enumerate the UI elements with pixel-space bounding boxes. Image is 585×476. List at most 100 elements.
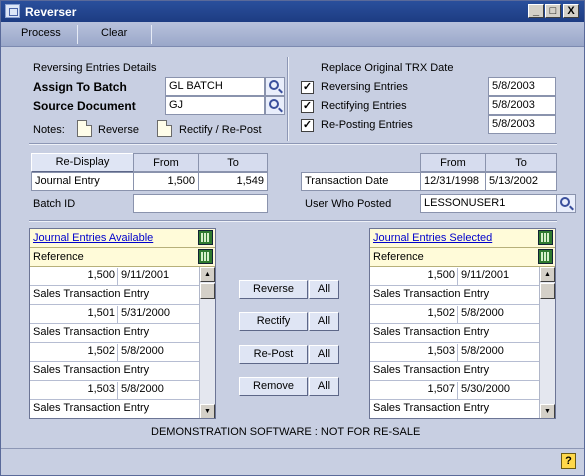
journal-date: 5/8/2000 xyxy=(121,383,164,395)
reverse-note-icon[interactable] xyxy=(77,120,92,137)
repost-all-button[interactable]: All xyxy=(309,345,339,364)
demo-notice: DEMONSTRATION SOFTWARE : NOT FOR RE-SALE xyxy=(151,426,421,438)
section-divider xyxy=(287,57,289,141)
reverse-note-label: Reverse xyxy=(98,124,139,136)
journal-reference: Sales Transaction Entry xyxy=(33,326,150,338)
available-list[interactable]: Journal Entries Available Reference 1,50… xyxy=(29,228,216,419)
assign-batch-input[interactable]: GL BATCH xyxy=(165,77,265,96)
batch-id-label: Batch ID xyxy=(33,198,76,210)
status-bar: ? xyxy=(1,448,584,475)
table-row[interactable]: 1,502 5/8/2000 xyxy=(370,305,540,324)
table-row[interactable]: 1,503 5/8/2000 xyxy=(370,343,540,362)
user-lookup-button[interactable] xyxy=(556,194,576,213)
reversing-date-input[interactable]: 5/8/2003 xyxy=(488,77,556,96)
table-row-reference[interactable]: Sales Transaction Entry xyxy=(30,324,200,343)
journal-entry-label: Journal Entry xyxy=(31,172,134,191)
available-scrollbar[interactable]: ▲ ▼ xyxy=(199,267,215,418)
selected-list-title[interactable]: Journal Entries Selected xyxy=(373,232,492,244)
reverse-button[interactable]: Reverse xyxy=(239,280,308,299)
assign-batch-label: Assign To Batch xyxy=(33,80,127,94)
scroll-up-arrow[interactable]: ▲ xyxy=(200,267,215,282)
batch-id-input[interactable] xyxy=(133,194,268,213)
source-lookup-button[interactable] xyxy=(265,96,285,115)
redisplay-button[interactable]: Re-Display xyxy=(31,153,134,172)
table-row-reference[interactable]: Sales Transaction Entry xyxy=(370,286,540,305)
notes-label: Notes: xyxy=(33,124,65,136)
transaction-date-from-input[interactable]: 12/31/1998 xyxy=(420,172,486,191)
reversing-entries-checkbox[interactable]: ✓ xyxy=(301,81,314,94)
transaction-date-label: Transaction Date xyxy=(301,172,421,191)
divider-line xyxy=(29,220,557,222)
title-bar: Reverser _ □ X xyxy=(1,1,584,22)
remove-all-button[interactable]: All xyxy=(309,377,339,396)
table-row[interactable]: 1,500 9/11/2001 xyxy=(370,267,540,286)
replace-date-heading: Replace Original TRX Date xyxy=(321,62,454,74)
reversing-entries-label: Reversing Entries xyxy=(321,81,408,93)
rectifying-entries-checkbox[interactable]: ✓ xyxy=(301,100,314,113)
batch-lookup-button[interactable] xyxy=(265,77,285,96)
scroll-down-arrow[interactable]: ▼ xyxy=(540,404,555,418)
journal-from-input[interactable]: 1,500 xyxy=(133,172,199,191)
journal-reference: Sales Transaction Entry xyxy=(373,402,490,414)
grid-expand-icon[interactable] xyxy=(198,249,213,264)
table-row[interactable]: 1,502 5/8/2000 xyxy=(30,343,200,362)
close-button[interactable]: X xyxy=(563,4,579,18)
journal-date: 9/11/2001 xyxy=(121,269,170,281)
journal-number: 1,507 xyxy=(427,383,455,395)
minimize-button[interactable]: _ xyxy=(528,4,544,18)
rectify-note-icon[interactable] xyxy=(157,120,172,137)
journal-to-input[interactable]: 1,549 xyxy=(198,172,268,191)
scroll-up-arrow[interactable]: ▲ xyxy=(540,267,555,282)
journal-date: 5/8/2000 xyxy=(461,345,504,357)
journal-reference: Sales Transaction Entry xyxy=(373,326,490,338)
table-row-reference[interactable]: Sales Transaction Entry xyxy=(370,362,540,381)
user-posted-input[interactable]: LESSONUSER1 xyxy=(420,194,557,213)
source-document-label: Source Document xyxy=(33,99,136,113)
selected-scrollbar[interactable]: ▲ ▼ xyxy=(539,267,555,418)
date-to-header: To xyxy=(485,153,557,172)
journal-reference: Sales Transaction Entry xyxy=(33,288,150,300)
maximize-button[interactable]: □ xyxy=(545,4,561,18)
window-title: Reverser xyxy=(25,5,77,19)
selected-list[interactable]: Journal Entries Selected Reference 1,500… xyxy=(369,228,556,419)
scroll-thumb[interactable] xyxy=(200,283,215,299)
journal-number: 1,500 xyxy=(87,269,115,281)
reference-column-header: Reference xyxy=(33,251,84,263)
journal-reference: Sales Transaction Entry xyxy=(373,364,490,376)
table-row-reference[interactable]: Sales Transaction Entry xyxy=(30,400,200,418)
rectify-all-button[interactable]: All xyxy=(309,312,339,331)
rectify-button[interactable]: Rectify xyxy=(239,312,308,331)
rectifying-entries-label: Rectifying Entries xyxy=(321,100,407,112)
available-list-title[interactable]: Journal Entries Available xyxy=(33,232,153,244)
journal-from-header: From xyxy=(133,153,199,172)
transaction-date-to-input[interactable]: 5/13/2002 xyxy=(485,172,557,191)
selected-list-header: Journal Entries Selected xyxy=(370,229,555,248)
remove-button[interactable]: Remove xyxy=(239,377,308,396)
grid-expand-icon[interactable] xyxy=(198,230,213,245)
table-row[interactable]: 1,507 5/30/2000 xyxy=(370,381,540,400)
reposting-date-input[interactable]: 5/8/2003 xyxy=(488,115,556,134)
table-row[interactable]: 1,500 9/11/2001 xyxy=(30,267,200,286)
table-row-reference[interactable]: Sales Transaction Entry xyxy=(30,362,200,381)
process-button[interactable]: Process xyxy=(21,27,61,39)
table-row[interactable]: 1,501 5/31/2000 xyxy=(30,305,200,324)
table-row-reference[interactable]: Sales Transaction Entry xyxy=(30,286,200,305)
available-list-subheader: Reference xyxy=(30,248,215,267)
table-row-reference[interactable]: Sales Transaction Entry xyxy=(370,400,540,418)
rectify-note-label: Rectify / Re-Post xyxy=(179,124,262,136)
journal-reference: Sales Transaction Entry xyxy=(373,288,490,300)
grid-expand-icon[interactable] xyxy=(538,249,553,264)
source-document-input[interactable]: GJ xyxy=(165,96,265,115)
grid-expand-icon[interactable] xyxy=(538,230,553,245)
scroll-thumb[interactable] xyxy=(540,283,555,299)
help-icon[interactable]: ? xyxy=(561,453,576,469)
reverse-all-button[interactable]: All xyxy=(309,280,339,299)
selected-list-subheader: Reference xyxy=(370,248,555,267)
rectifying-date-input[interactable]: 5/8/2003 xyxy=(488,96,556,115)
repost-button[interactable]: Re-Post xyxy=(239,345,308,364)
table-row[interactable]: 1,503 5/8/2000 xyxy=(30,381,200,400)
reposting-entries-checkbox[interactable]: ✓ xyxy=(301,119,314,132)
table-row-reference[interactable]: Sales Transaction Entry xyxy=(370,324,540,343)
scroll-down-arrow[interactable]: ▼ xyxy=(200,404,215,418)
clear-button[interactable]: Clear xyxy=(101,27,127,39)
